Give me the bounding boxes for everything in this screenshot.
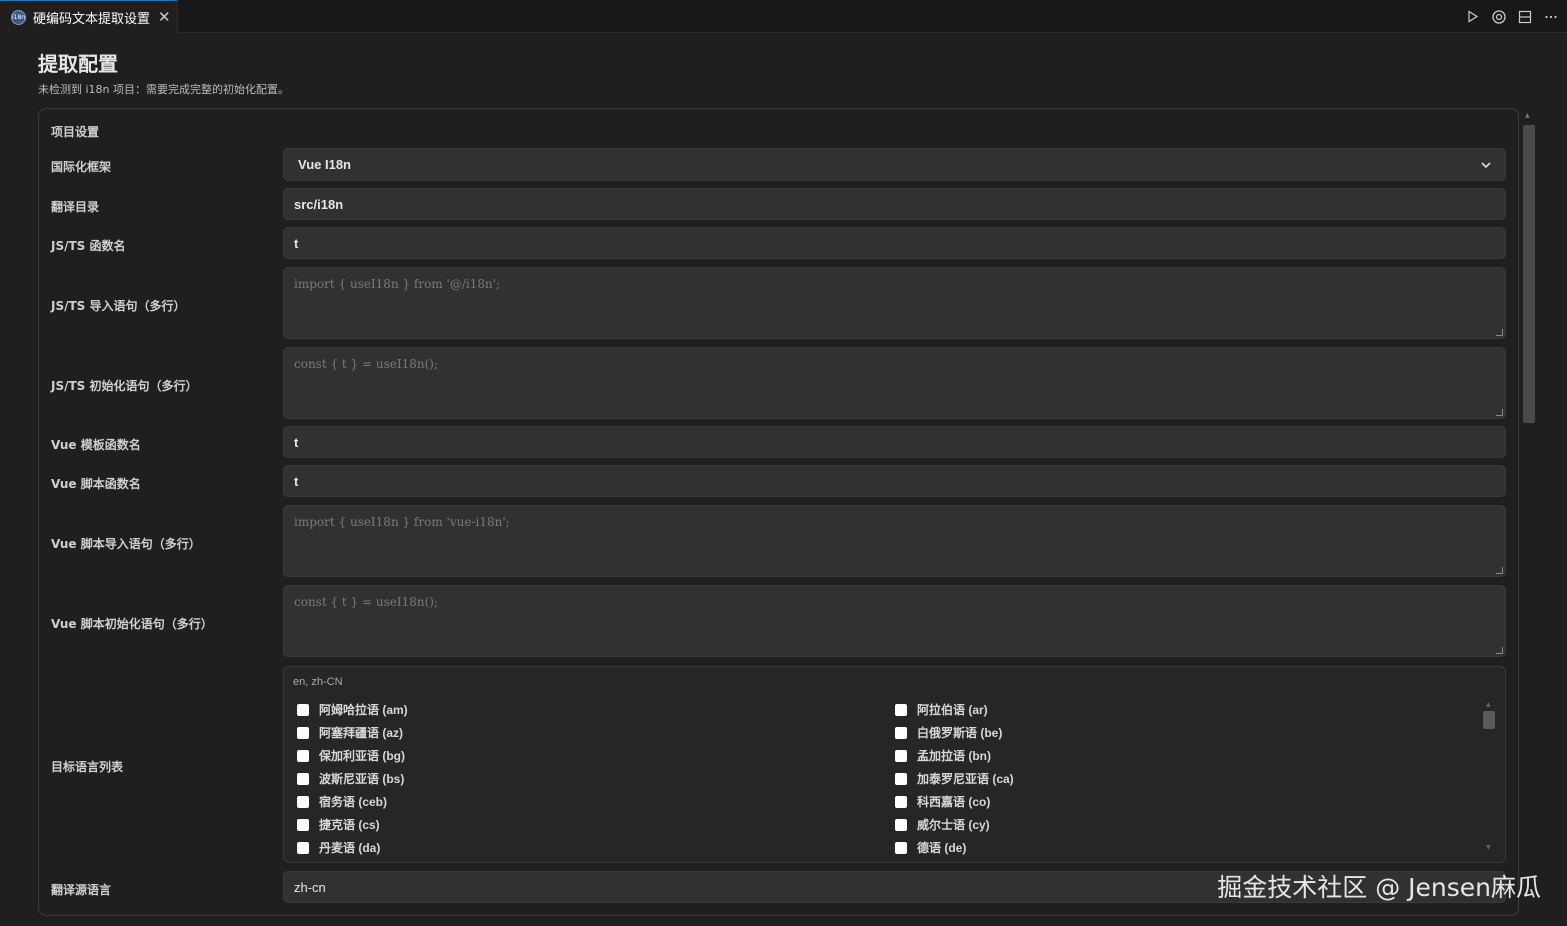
tab-title: 硬编码文本提取设置 <box>33 11 151 27</box>
vue-import-textarea[interactable]: import { useI18n } from 'vue-i18n'; <box>283 505 1506 577</box>
lang-option[interactable]: 白俄罗斯语 (be) <box>895 721 1014 744</box>
checkbox[interactable] <box>297 726 309 739</box>
lang-label: 丹麦语 (da) <box>319 841 381 855</box>
checkbox[interactable] <box>895 818 907 831</box>
tab-extract-settings[interactable]: i18n 硬编码文本提取设置 ✕ <box>0 0 178 33</box>
target-langs-label: 目标语言列表 <box>51 760 124 774</box>
section-title: 项目设置 <box>51 125 100 139</box>
vue-init-textarea[interactable]: const { t } = useI18n(); <box>283 585 1506 657</box>
checkbox[interactable] <box>895 841 907 854</box>
checkbox[interactable] <box>297 749 309 762</box>
lang-option[interactable]: 丹麦语 (da) <box>297 836 408 859</box>
more-icon[interactable] <box>1542 8 1559 25</box>
checkbox[interactable] <box>297 795 309 808</box>
checkbox[interactable] <box>895 772 907 785</box>
js-func-input[interactable]: t <box>283 227 1506 259</box>
scrollbar-thumb[interactable] <box>1523 125 1535 423</box>
js-import-label: JS/TS 导入语句（多行） <box>51 299 186 313</box>
checkbox[interactable] <box>297 841 309 854</box>
checkbox[interactable] <box>895 703 907 716</box>
js-import-textarea[interactable]: import { useI18n } from '@/i18n'; <box>283 267 1506 339</box>
scroll-down-icon[interactable]: ▼ <box>1486 844 1491 851</box>
lang-label: 波斯尼亚语 (bs) <box>319 772 405 786</box>
resize-handle[interactable] <box>1496 567 1503 574</box>
checkbox[interactable] <box>297 772 309 785</box>
editor-tab-bar: i18n 硬编码文本提取设置 ✕ <box>0 0 1567 33</box>
vue-import-placeholder: import { useI18n } from 'vue-i18n'; <box>294 515 510 529</box>
translate-dir-input[interactable]: src/i18n <box>283 188 1506 220</box>
lang-option[interactable]: 科西嘉语 (co) <box>895 790 1014 813</box>
lang-option[interactable]: 德语 (de) <box>895 836 1014 859</box>
vue-script-func-label: Vue 脚本函数名 <box>51 477 141 491</box>
checkbox[interactable] <box>297 703 309 716</box>
lang-column-left: 阿姆哈拉语 (am) 阿塞拜疆语 (az) 保加利亚语 (bg) 波斯尼亚语 (… <box>297 698 408 859</box>
resize-handle[interactable] <box>1496 647 1503 654</box>
vue-init-placeholder: const { t } = useI18n(); <box>294 595 439 609</box>
vue-script-func-input[interactable]: t <box>283 465 1506 497</box>
editor-actions <box>1464 0 1559 33</box>
page-subtitle: 未检测到 i18n 项目：需要完成完整的初始化配置。 <box>38 83 290 96</box>
lang-label: 孟加拉语 (bn) <box>917 749 991 763</box>
framework-value: Vue I18n <box>298 157 351 172</box>
translate-dir-label: 翻译目录 <box>51 200 100 214</box>
lang-option[interactable]: 阿姆哈拉语 (am) <box>297 698 408 721</box>
page-scrollbar[interactable]: ▲ <box>1521 112 1537 916</box>
lang-option[interactable]: 宿务语 (ceb) <box>297 790 408 813</box>
lang-label: 阿拉伯语 (ar) <box>917 703 988 717</box>
js-func-label: JS/TS 函数名 <box>51 239 126 253</box>
js-import-placeholder: import { useI18n } from '@/i18n'; <box>294 277 501 291</box>
scrollbar-thumb[interactable] <box>1483 711 1495 729</box>
resize-handle[interactable] <box>1496 409 1503 416</box>
resize-handle[interactable] <box>1496 329 1503 336</box>
openai-icon[interactable] <box>1490 8 1507 25</box>
framework-label: 国际化框架 <box>51 160 112 174</box>
lang-label: 捷克语 (cs) <box>319 818 380 832</box>
lang-label: 阿塞拜疆语 (az) <box>319 726 404 740</box>
lang-option[interactable]: 加泰罗尼亚语 (ca) <box>895 767 1014 790</box>
close-icon[interactable]: ✕ <box>158 9 171 25</box>
lang-label: 科西嘉语 (co) <box>917 795 991 809</box>
lang-label: 德语 (de) <box>917 841 967 855</box>
vue-import-label: Vue 脚本导入语句（多行） <box>51 537 201 551</box>
chevron-down-icon <box>1481 158 1491 172</box>
lang-option[interactable]: 保加利亚语 (bg) <box>297 744 408 767</box>
play-icon[interactable] <box>1464 8 1481 25</box>
lang-label: 保加利亚语 (bg) <box>319 749 405 763</box>
checkbox[interactable] <box>297 818 309 831</box>
split-editor-icon[interactable] <box>1516 8 1533 25</box>
checkbox[interactable] <box>895 749 907 762</box>
checkbox[interactable] <box>895 726 907 739</box>
js-init-placeholder: const { t } = useI18n(); <box>294 357 439 371</box>
vue-template-func-input[interactable]: t <box>283 426 1506 458</box>
lang-list-scrollbar[interactable]: ▲ ▼ <box>1483 701 1495 851</box>
lang-option[interactable]: 波斯尼亚语 (bs) <box>297 767 408 790</box>
lang-label: 阿姆哈拉语 (am) <box>319 703 408 717</box>
lang-option[interactable]: 威尔士语 (cy) <box>895 813 1014 836</box>
vue-init-label: Vue 脚本初始化语句（多行） <box>51 617 213 631</box>
target-langs-list[interactable]: en, zh-CN 阿姆哈拉语 (am) 阿塞拜疆语 (az) 保加利亚语 (b… <box>283 666 1506 863</box>
source-lang-label: 翻译源语言 <box>51 883 112 897</box>
lang-label: 白俄罗斯语 (be) <box>917 726 1003 740</box>
lang-column-right: 阿拉伯语 (ar) 白俄罗斯语 (be) 孟加拉语 (bn) 加泰罗尼亚语 (c… <box>895 698 1014 859</box>
scroll-up-icon[interactable]: ▲ <box>1486 701 1491 708</box>
i18n-icon: i18n <box>11 9 26 25</box>
watermark: 掘金技术社区 @ Jensen麻瓜 <box>1217 873 1541 902</box>
lang-option[interactable]: 阿塞拜疆语 (az) <box>297 721 408 744</box>
lang-option[interactable]: 孟加拉语 (bn) <box>895 744 1014 767</box>
framework-select[interactable]: Vue I18n <box>283 148 1506 181</box>
vue-template-func-label: Vue 模板函数名 <box>51 438 141 452</box>
scroll-up-icon[interactable]: ▲ <box>1525 112 1530 119</box>
js-init-label: JS/TS 初始化语句（多行） <box>51 379 198 393</box>
lang-label: 威尔士语 (cy) <box>917 818 990 832</box>
selected-langs: en, zh-CN <box>293 676 343 688</box>
lang-label: 宿务语 (ceb) <box>319 795 388 809</box>
page-title: 提取配置 <box>38 52 118 76</box>
lang-label: 加泰罗尼亚语 (ca) <box>917 772 1014 786</box>
lang-option[interactable]: 捷克语 (cs) <box>297 813 408 836</box>
js-init-textarea[interactable]: const { t } = useI18n(); <box>283 347 1506 419</box>
checkbox[interactable] <box>895 795 907 808</box>
lang-option[interactable]: 阿拉伯语 (ar) <box>895 698 1014 721</box>
